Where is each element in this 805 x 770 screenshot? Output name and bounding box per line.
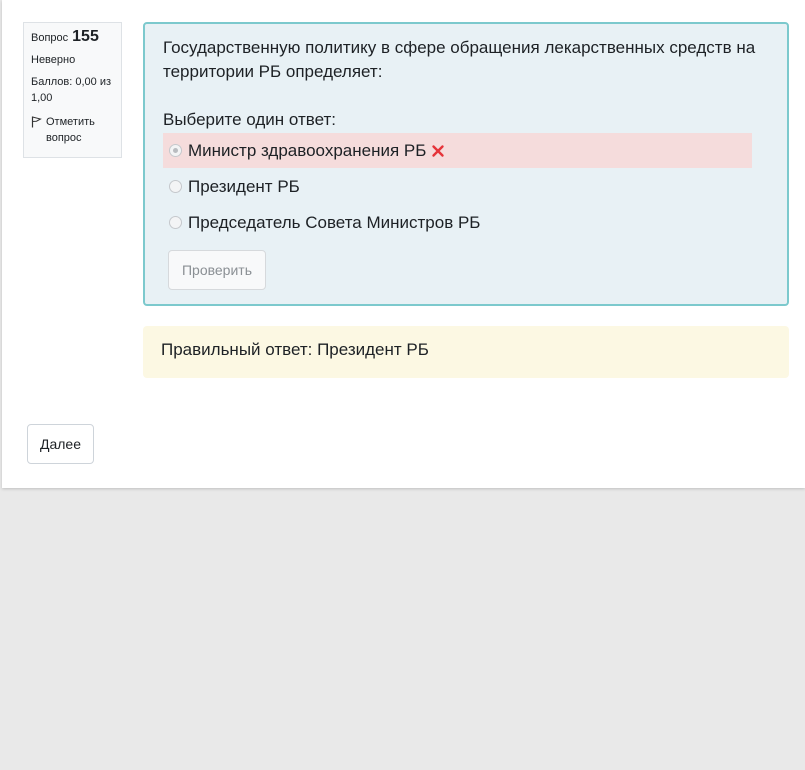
- question-info-panel: Вопрос 155 Неверно Баллов: 0,00 из 1,00 …: [23, 22, 122, 158]
- quiz-page: Вопрос 155 Неверно Баллов: 0,00 из 1,00 …: [2, 0, 805, 488]
- question-number-value: 155: [72, 28, 99, 45]
- right-answer-feedback: Правильный ответ: Президент РБ: [143, 326, 789, 378]
- radio-button[interactable]: [169, 180, 182, 193]
- flag-icon: [31, 116, 42, 128]
- check-button[interactable]: Проверить: [168, 250, 266, 290]
- next-button[interactable]: Далее: [27, 424, 94, 464]
- answer-label: Президент РБ: [188, 176, 300, 196]
- question-text: Государственную политику в сфере обращен…: [163, 38, 756, 81]
- question-grade: Баллов: 0,00 из 1,00: [31, 76, 112, 104]
- question-state: Неверно: [31, 54, 76, 66]
- answer-list: Министр здравоохранения РБ Президент РБ …: [163, 133, 769, 240]
- answer-label: Председатель Совета Министров РБ: [188, 212, 481, 232]
- question-number: Вопрос 155: [31, 29, 114, 46]
- incorrect-icon: [431, 144, 445, 158]
- question-formulation: Государственную политику в сфере обращен…: [143, 22, 789, 306]
- radio-button[interactable]: [169, 216, 182, 229]
- flag-question-link[interactable]: Отметить вопрос: [31, 114, 114, 146]
- answer-option[interactable]: Министр здравоохранения РБ: [163, 133, 752, 168]
- radio-button[interactable]: [169, 144, 182, 157]
- flag-question-label: Отметить вопрос: [46, 116, 95, 144]
- answer-prompt: Выберите один ответ:: [163, 110, 336, 129]
- answer-label: Министр здравоохранения РБ: [188, 140, 427, 160]
- question-number-label: Вопрос: [31, 32, 69, 44]
- answer-option[interactable]: Президент РБ: [163, 169, 752, 204]
- answer-option[interactable]: Председатель Совета Министров РБ: [163, 205, 752, 240]
